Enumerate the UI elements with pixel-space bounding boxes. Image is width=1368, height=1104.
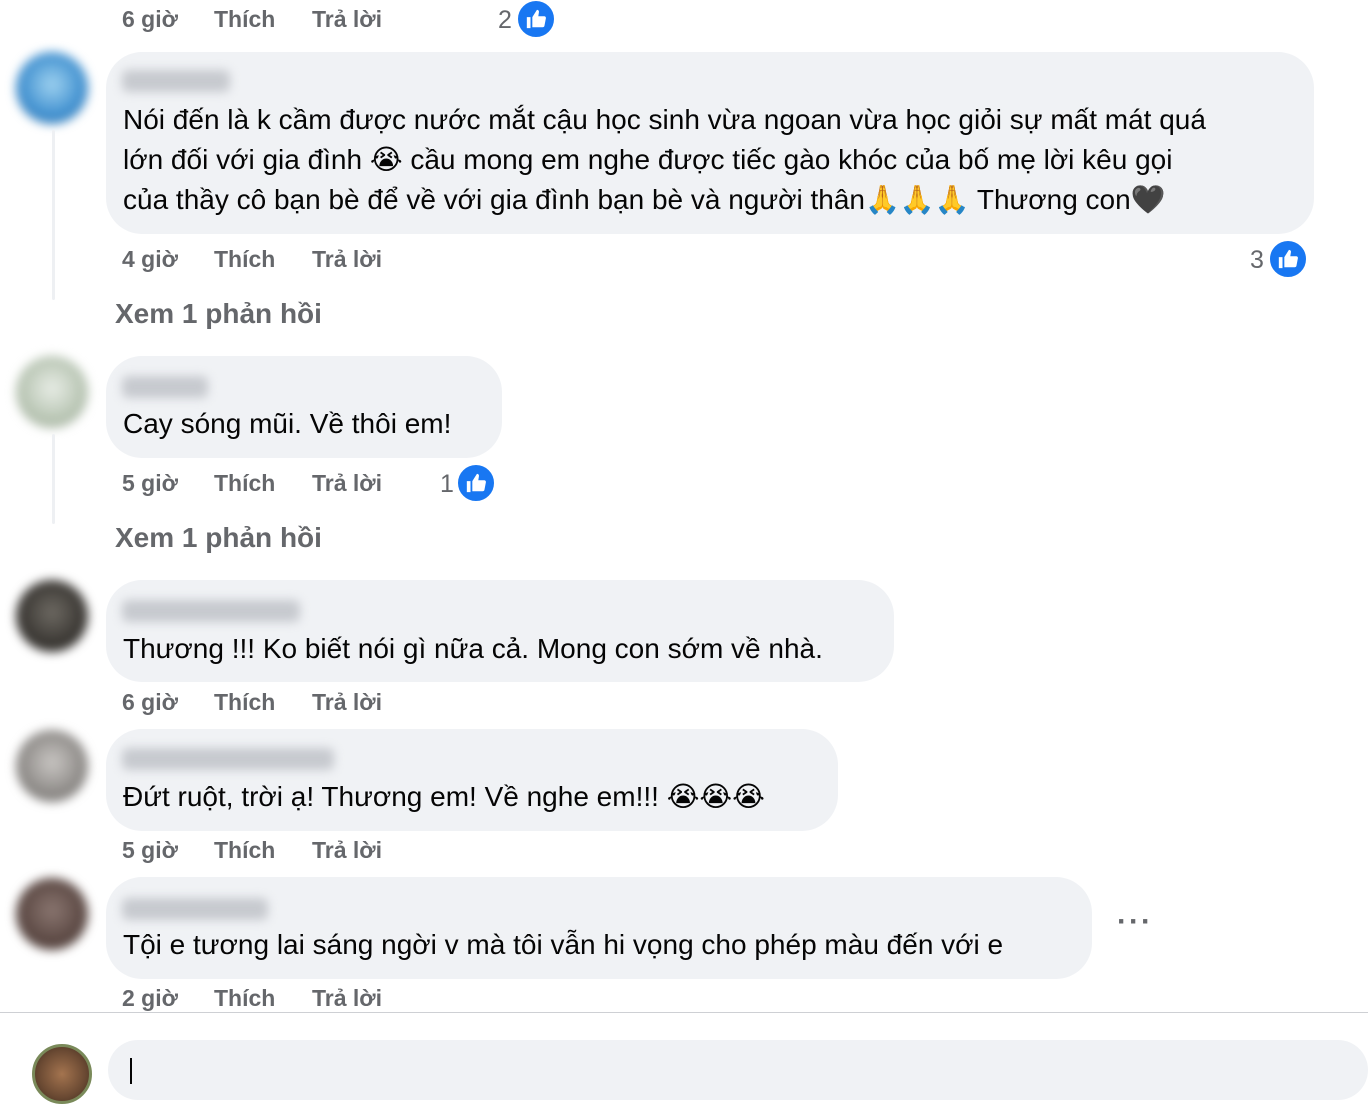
comment-text-line: Thương !!! Ko biết nói gì nữa cả. Mong c… bbox=[123, 633, 823, 664]
view-replies-link[interactable]: Xem 1 phản hồi bbox=[115, 298, 322, 330]
comment-text-line: của thầy cô bạn bè để về với gia đình bạ… bbox=[123, 184, 1166, 215]
like-button[interactable]: Thích bbox=[214, 6, 275, 33]
author-name[interactable] bbox=[122, 376, 208, 398]
reply-button[interactable]: Trả lời bbox=[312, 246, 382, 273]
text-caret bbox=[130, 1058, 132, 1084]
reaction-count[interactable]: 3 bbox=[1250, 246, 1264, 275]
reaction-count[interactable]: 2 bbox=[498, 6, 512, 35]
like-button[interactable]: Thích bbox=[214, 470, 275, 497]
comment-text-line: Tội e tương lai sáng ngời v mà tôi vẫn h… bbox=[123, 929, 1004, 960]
comment-text-line: Nói đến là k cầm được nước mắt cậu học s… bbox=[123, 104, 1206, 135]
reply-button[interactable]: Trả lời bbox=[312, 985, 382, 1012]
avatar[interactable] bbox=[16, 878, 88, 950]
thread-connector bbox=[52, 130, 55, 300]
comment-time[interactable]: 2 giờ bbox=[122, 985, 178, 1012]
reply-button[interactable]: Trả lời bbox=[312, 689, 382, 716]
more-options-icon[interactable]: ··· bbox=[1117, 905, 1153, 939]
avatar[interactable] bbox=[16, 356, 88, 428]
reaction-count[interactable]: 1 bbox=[440, 470, 454, 499]
like-button[interactable]: Thích bbox=[214, 837, 275, 864]
comment-time[interactable]: 6 giờ bbox=[122, 689, 178, 716]
author-name[interactable] bbox=[122, 70, 230, 92]
thumbs-up-icon[interactable] bbox=[515, 0, 557, 40]
avatar[interactable] bbox=[16, 580, 88, 652]
comment-input[interactable] bbox=[108, 1040, 1368, 1100]
thumbs-up-icon[interactable] bbox=[1267, 238, 1309, 280]
reply-button[interactable]: Trả lời bbox=[312, 837, 382, 864]
like-button[interactable]: Thích bbox=[214, 689, 275, 716]
divider bbox=[0, 1012, 1368, 1013]
author-name[interactable] bbox=[122, 898, 268, 920]
like-button[interactable]: Thích bbox=[214, 985, 275, 1012]
avatar[interactable] bbox=[16, 52, 88, 124]
comment-time[interactable]: 4 giờ bbox=[122, 246, 178, 273]
comment-text-line: Đứt ruột, trời ạ! Thương em! Về nghe em!… bbox=[123, 781, 765, 812]
avatar[interactable] bbox=[16, 730, 88, 802]
thumbs-up-icon[interactable] bbox=[455, 462, 497, 504]
thread-connector bbox=[52, 434, 55, 524]
current-user-avatar[interactable] bbox=[32, 1044, 92, 1104]
reply-button[interactable]: Trả lời bbox=[312, 6, 382, 33]
like-button[interactable]: Thích bbox=[214, 246, 275, 273]
comment-time[interactable]: 5 giờ bbox=[122, 837, 178, 864]
author-name[interactable] bbox=[122, 748, 334, 770]
comment-time[interactable]: 5 giờ bbox=[122, 470, 178, 497]
author-name[interactable] bbox=[122, 600, 300, 622]
view-replies-link[interactable]: Xem 1 phản hồi bbox=[115, 522, 322, 554]
reply-button[interactable]: Trả lời bbox=[312, 470, 382, 497]
comment-text-line: Cay sóng mũi. Về thôi em! bbox=[123, 408, 452, 439]
comment-text-line: lớn đối với gia đình 😭 cầu mong em nghe … bbox=[123, 144, 1173, 175]
comment-time[interactable]: 6 giờ bbox=[122, 6, 178, 33]
